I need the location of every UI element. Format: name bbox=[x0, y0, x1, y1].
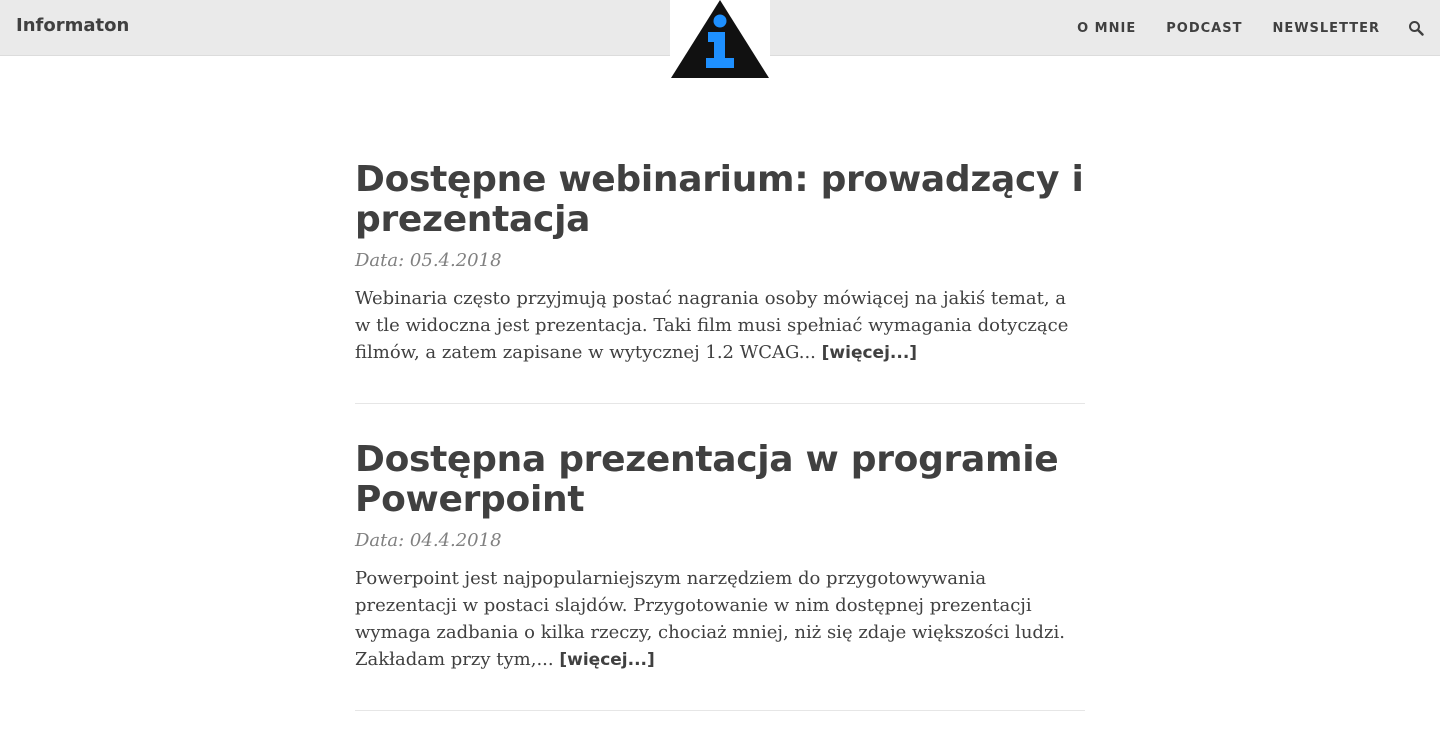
post-list: Dostępne webinarium: prowadzący i prezen… bbox=[355, 160, 1085, 747]
post-preview: Dostępna prezentacja w programie Powerpo… bbox=[355, 440, 1085, 711]
logo-link[interactable] bbox=[670, 0, 770, 80]
post-title[interactable]: Dostępne webinarium: prowadzący i prezen… bbox=[355, 160, 1085, 240]
post-preview: Dostępne webinarium: prowadzący i prezen… bbox=[355, 160, 1085, 404]
post-excerpt-text: Webinaria często przyjmują postać nagran… bbox=[355, 288, 1069, 363]
top-navbar: Informaton O MNIE PODCAST NEWSLETTER bbox=[0, 0, 1440, 80]
nav-link-newsletter[interactable]: NEWSLETTER bbox=[1272, 21, 1380, 36]
post-excerpt-text: Powerpoint jest najpopularniejszym narzę… bbox=[355, 568, 1065, 670]
nav-menu: O MNIE PODCAST NEWSLETTER bbox=[1077, 0, 1380, 56]
read-more-link[interactable]: [więcej...] bbox=[559, 650, 654, 670]
post-title[interactable]: Dostępna prezentacja w programie Powerpo… bbox=[355, 440, 1085, 520]
post-excerpt: Webinaria często przyjmują postać nagran… bbox=[355, 285, 1085, 367]
post-date: Data: 04.4.2018 bbox=[355, 530, 502, 551]
post-date: Data: 05.4.2018 bbox=[355, 250, 502, 271]
nav-link-o-mnie[interactable]: O MNIE bbox=[1077, 21, 1136, 36]
brand-link[interactable]: Informaton bbox=[16, 15, 129, 36]
read-more-link[interactable]: [więcej...] bbox=[822, 343, 917, 363]
info-triangle-icon bbox=[671, 0, 769, 78]
search-icon[interactable] bbox=[1408, 20, 1424, 36]
nav-link-podcast[interactable]: PODCAST bbox=[1166, 21, 1242, 36]
post-excerpt: Powerpoint jest najpopularniejszym narzę… bbox=[355, 565, 1085, 674]
